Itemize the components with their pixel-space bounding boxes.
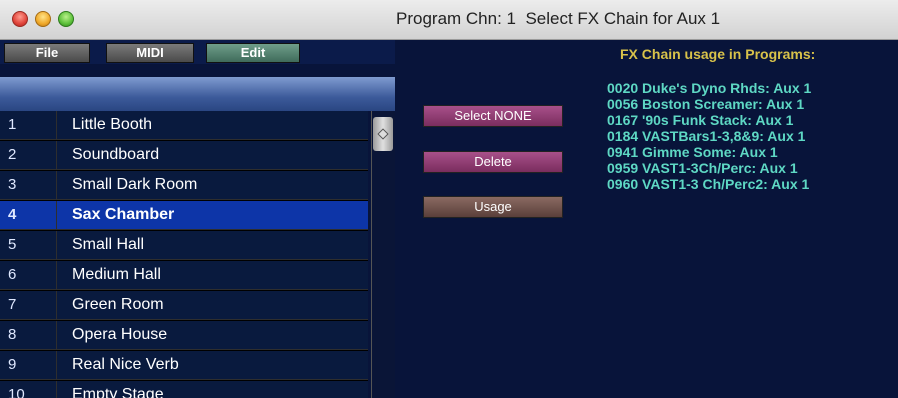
select-none-button[interactable]: Select NONE bbox=[423, 105, 563, 127]
delete-button[interactable]: Delete bbox=[423, 151, 563, 173]
list-item-number: 6 bbox=[0, 261, 57, 289]
fx-chain-list[interactable]: 1 Little Booth 2 Soundboard 3 Small Dark Room… bbox=[0, 111, 368, 398]
usage-item: 0056 Boston Screamer: Aux 1 bbox=[607, 96, 805, 112]
list-item-number: 2 bbox=[0, 141, 57, 169]
usage-item: 0941 Gimme Some: Aux 1 bbox=[607, 144, 778, 160]
list-item[interactable]: 10 Empty Stage bbox=[0, 381, 368, 398]
list-item[interactable]: 7 Green Room bbox=[0, 291, 368, 320]
list-item-name: Little Booth bbox=[72, 116, 153, 133]
usage-item: 0184 VASTBars1-3,8&9: Aux 1 bbox=[607, 128, 806, 144]
list-header bbox=[0, 77, 395, 111]
list-item-number: 3 bbox=[0, 171, 57, 199]
list-scrollbar[interactable] bbox=[371, 111, 395, 398]
scrollbar-thumb[interactable] bbox=[373, 117, 393, 151]
usage-list: 0020 Duke's Dyno Rhds: Aux 1 0056 Boston … bbox=[607, 80, 811, 192]
list-item[interactable]: 8 Opera House bbox=[0, 321, 368, 350]
usage-button[interactable]: Usage bbox=[423, 196, 563, 218]
list-item-name: Soundboard bbox=[72, 146, 160, 163]
list-item[interactable]: 3 Small Dark Room bbox=[0, 171, 368, 200]
list-item-number: 4 bbox=[0, 201, 57, 229]
list-item-name: Medium Hall bbox=[72, 266, 161, 283]
list-item-number: 9 bbox=[0, 351, 57, 379]
list-item-number: 7 bbox=[0, 291, 57, 319]
zoom-window-button[interactable] bbox=[58, 11, 74, 27]
list-item-name: Real Nice Verb bbox=[72, 356, 179, 373]
file-menu-button[interactable]: File bbox=[4, 43, 90, 63]
usage-title: FX Chain usage in Programs: bbox=[620, 46, 816, 62]
list-item[interactable]: 5 Small Hall bbox=[0, 231, 368, 260]
list-item-name: Small Hall bbox=[72, 236, 145, 253]
list-item-number: 1 bbox=[0, 111, 57, 139]
usage-item: 0959 VAST1-3Ch/Perc: Aux 1 bbox=[607, 160, 798, 176]
edit-menu-button[interactable]: Edit bbox=[206, 43, 300, 63]
list-item[interactable]: 9 Real Nice Verb bbox=[0, 351, 368, 380]
list-item-number: 5 bbox=[0, 231, 57, 259]
list-item[interactable]: 6 Medium Hall bbox=[0, 261, 368, 290]
list-item-number: 8 bbox=[0, 321, 57, 349]
title-bar: Program Chn: 1 Select FX Chain for Aux 1 bbox=[0, 0, 898, 40]
list-item-name: Green Room bbox=[72, 296, 164, 313]
close-window-button[interactable] bbox=[12, 11, 28, 27]
list-item[interactable]: 1 Little Booth bbox=[0, 111, 368, 140]
list-item-name: Sax Chamber bbox=[72, 206, 175, 223]
list-item[interactable]: 4 Sax Chamber bbox=[0, 201, 368, 230]
list-item-name: Opera House bbox=[72, 326, 168, 343]
list-item-name: Small Dark Room bbox=[72, 176, 198, 193]
usage-item: 0960 VAST1-3 Ch/Perc2: Aux 1 bbox=[607, 176, 810, 192]
usage-item: 0020 Duke's Dyno Rhds: Aux 1 bbox=[607, 80, 812, 96]
minimize-window-button[interactable] bbox=[35, 11, 51, 27]
list-item[interactable]: 2 Soundboard bbox=[0, 141, 368, 170]
midi-menu-button[interactable]: MIDI bbox=[106, 43, 194, 63]
usage-item: 0167 '90s Funk Stack: Aux 1 bbox=[607, 112, 794, 128]
window-title: Program Chn: 1 Select FX Chain for Aux 1 bbox=[396, 9, 721, 28]
list-item-name: Empty Stage bbox=[72, 386, 164, 398]
list-item-number: 10 bbox=[0, 381, 57, 398]
